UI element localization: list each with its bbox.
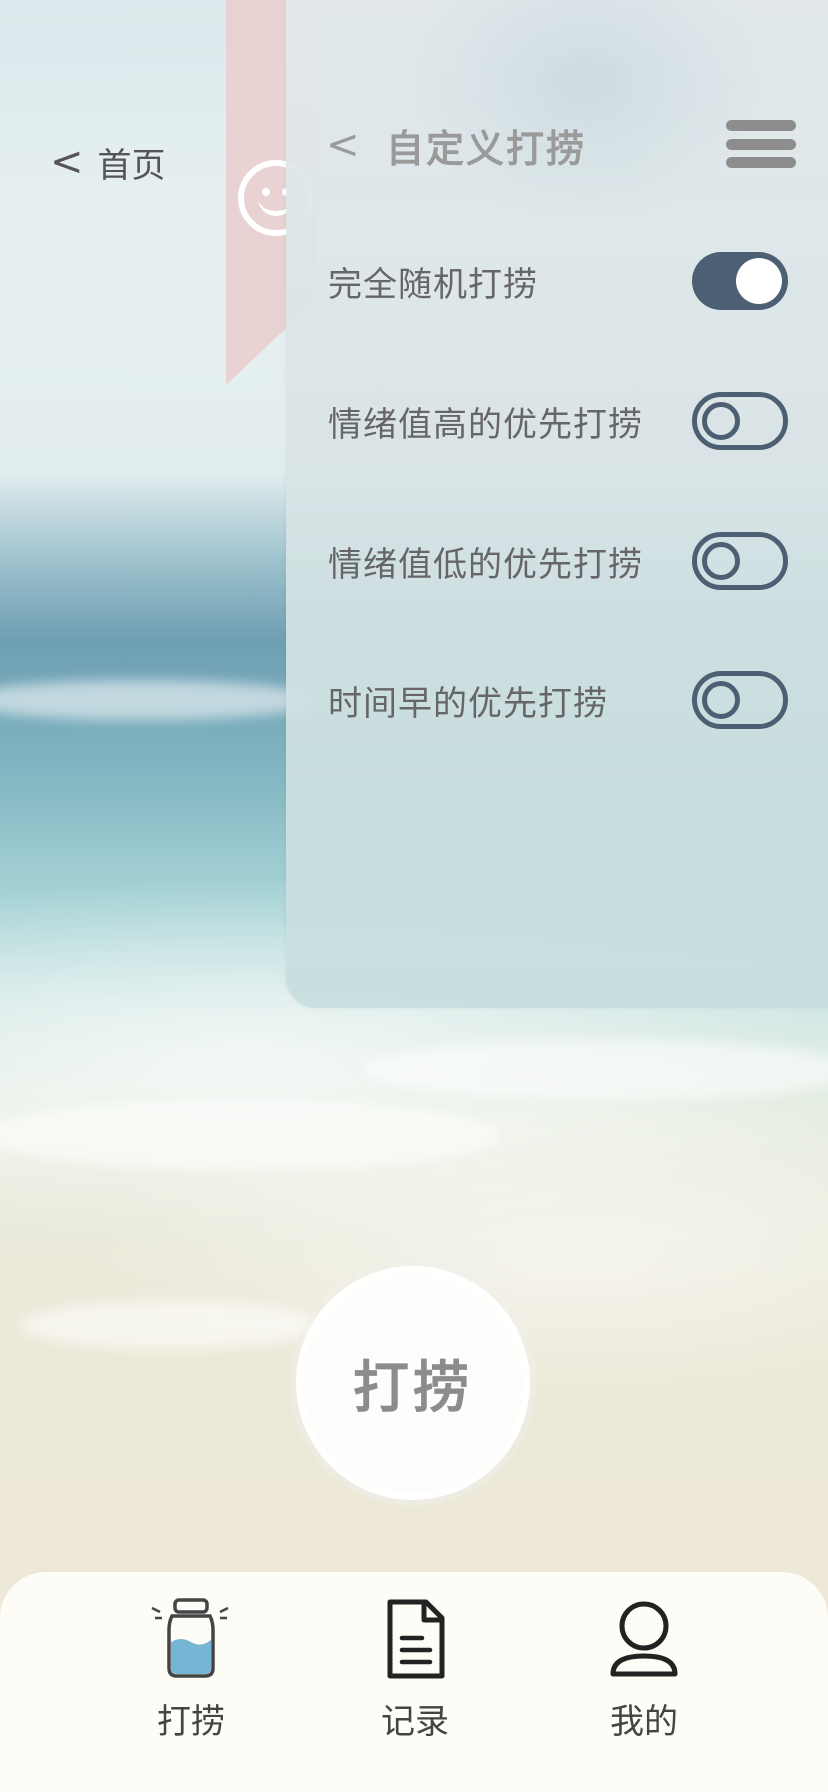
document-icon xyxy=(387,1599,445,1679)
toggle-knob xyxy=(702,542,740,580)
toggle-knob xyxy=(702,681,740,719)
toggle-switch-early-time[interactable] xyxy=(692,671,788,729)
custom-salvage-panel: < 自定义打捞 完全随机打捞 情绪值高的优先打捞 情绪值低的优先打捞 时间早的优… xyxy=(286,0,828,1008)
option-label: 情绪值高的优先打捞 xyxy=(328,404,643,445)
home-back-link[interactable]: < 首页 xyxy=(50,139,166,186)
toggle-knob xyxy=(736,258,782,304)
toggle-switch-random[interactable] xyxy=(692,252,788,310)
wave-highlight xyxy=(20,1300,320,1350)
salvage-button-label: 打捞 xyxy=(353,1355,473,1421)
tab-mine[interactable]: 我的 xyxy=(584,1594,704,1743)
tab-label: 打捞 xyxy=(157,1702,225,1742)
wave-highlight xyxy=(0,1100,500,1170)
tab-label: 记录 xyxy=(381,1702,449,1742)
bottle-icon xyxy=(151,1598,229,1678)
panel-title: 自定义打捞 xyxy=(386,126,587,171)
home-label: 首页 xyxy=(97,145,166,186)
salvage-button[interactable]: 打捞 xyxy=(296,1266,530,1500)
person-icon xyxy=(610,1601,678,1677)
option-row-low-mood: 情绪值低的优先打捞 xyxy=(328,530,788,592)
option-row-random: 完全随机打捞 xyxy=(328,250,788,312)
option-row-early-time: 时间早的优先打捞 xyxy=(328,669,788,731)
panel-header: < 自定义打捞 xyxy=(326,120,796,171)
option-label: 时间早的优先打捞 xyxy=(328,683,608,724)
bottom-tab-bar: 打捞 记录 我的 xyxy=(0,1572,828,1792)
tab-salvage[interactable]: 打捞 xyxy=(131,1594,251,1743)
toggle-switch-low-mood[interactable] xyxy=(692,532,788,590)
tab-label: 我的 xyxy=(610,1702,678,1742)
option-label: 情绪值低的优先打捞 xyxy=(328,544,643,585)
toggle-switch-high-mood[interactable] xyxy=(692,392,788,450)
back-chevron-icon: < xyxy=(50,139,84,185)
hamburger-icon[interactable] xyxy=(726,120,796,168)
option-row-high-mood: 情绪值高的优先打捞 xyxy=(328,390,788,452)
toggle-knob xyxy=(702,402,740,440)
tab-records[interactable]: 记录 xyxy=(355,1594,475,1743)
option-label: 完全随机打捞 xyxy=(328,264,538,305)
panel-back-button[interactable]: < xyxy=(326,122,386,168)
